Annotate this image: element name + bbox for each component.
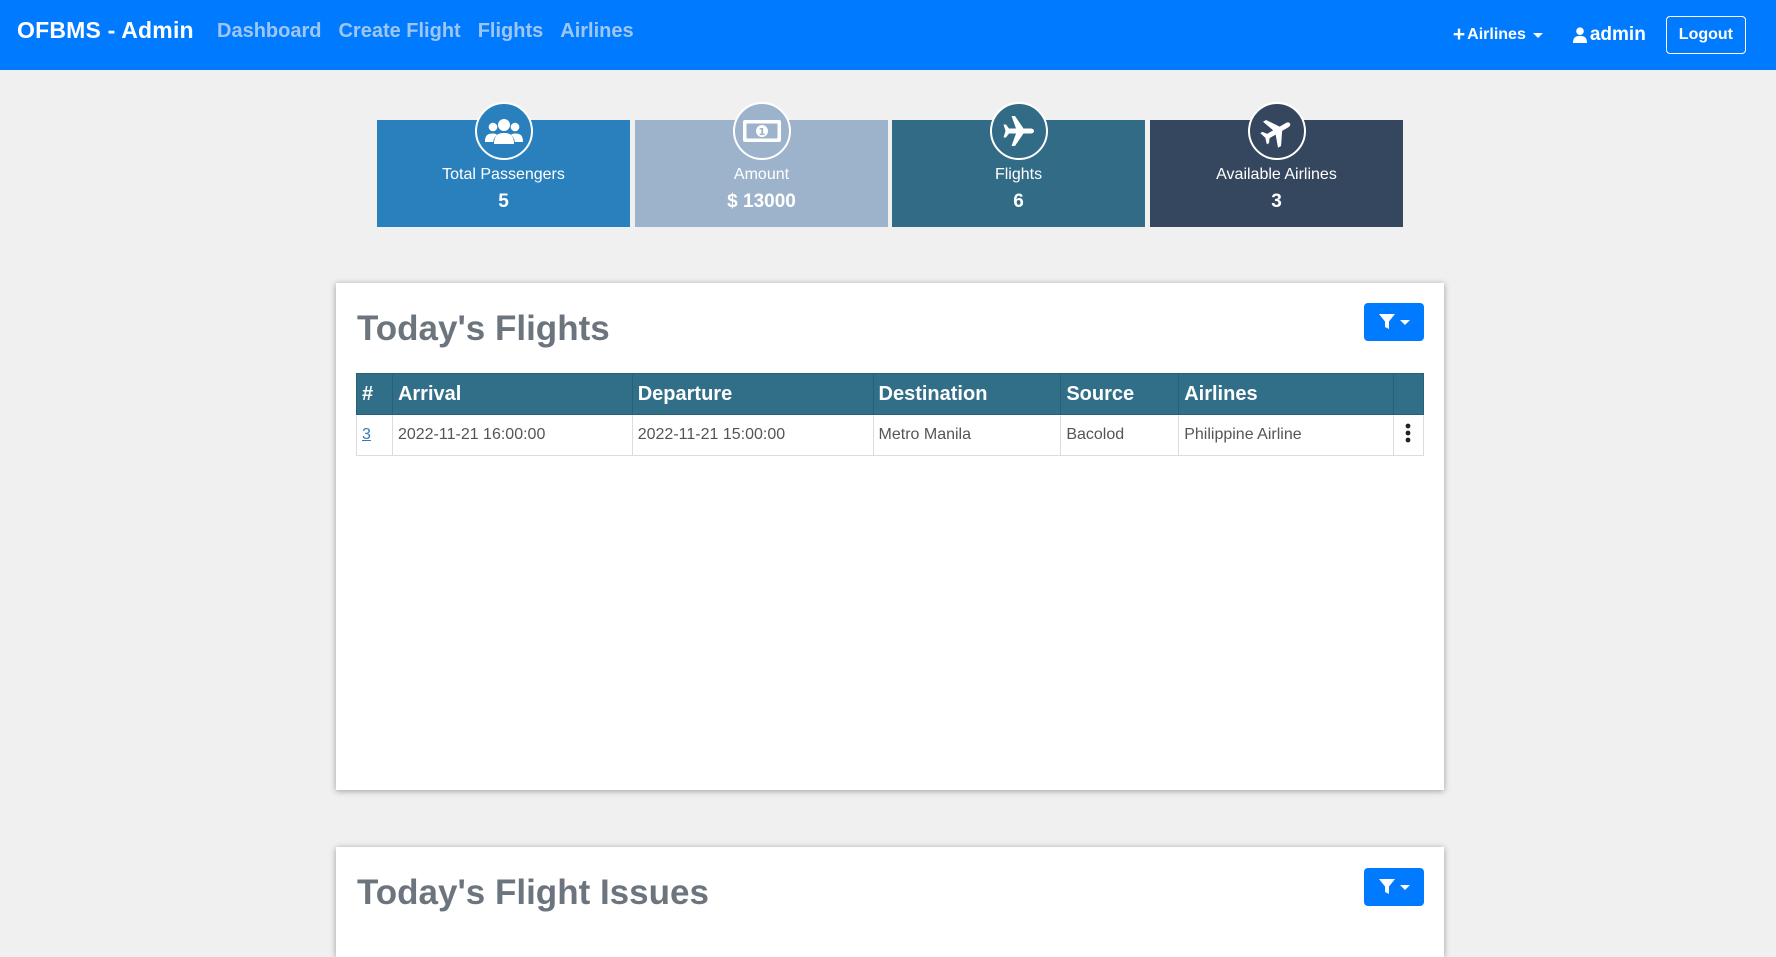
- stat-card-passengers: Total Passengers 5: [377, 102, 630, 227]
- cell-id: 3: [356, 414, 393, 456]
- navbar: OFBMS - Admin Dashboard Create Flight Fl…: [0, 0, 1776, 70]
- filter-icon: [1378, 879, 1395, 894]
- cell-source: Bacolod: [1060, 414, 1180, 456]
- col-airlines: Airlines: [1178, 373, 1394, 415]
- nav-flights[interactable]: Flights: [478, 20, 544, 43]
- todays-issues-panel: Today's Flight Issues: [336, 847, 1444, 957]
- panel-title: Today's Flight Issues: [357, 873, 709, 912]
- stat-label: Available Airlines: [1216, 166, 1337, 183]
- col-source: Source: [1060, 373, 1180, 415]
- caret-down-icon: [1399, 884, 1410, 890]
- plus-icon: +: [1452, 23, 1466, 46]
- cell-arrival: 2022-11-21 16:00:00: [391, 414, 633, 456]
- col-arrival: Arrival: [391, 373, 633, 415]
- col-departure: Departure: [631, 373, 874, 415]
- todays-flights-panel: Today's Flights # Arrival Departure Dest…: [336, 283, 1444, 790]
- stat-card-airlines: Available Airlines 3: [1150, 102, 1403, 227]
- nav-dashboard[interactable]: Dashboard: [217, 20, 321, 43]
- user-icon: [1572, 27, 1587, 43]
- cell-departure: 2022-11-21 15:00:00: [631, 414, 874, 456]
- flights-table: # Arrival Departure Destination Source A…: [356, 373, 1425, 456]
- nav-airlines[interactable]: Airlines: [560, 20, 633, 43]
- logout-button[interactable]: Logout: [1665, 16, 1746, 54]
- panel-title: Today's Flights: [357, 309, 610, 348]
- stat-value: 6: [1013, 191, 1024, 212]
- user-menu[interactable]: admin: [1572, 24, 1646, 46]
- flight-id-link[interactable]: 3: [362, 426, 371, 443]
- airlines-dropdown[interactable]: + Airlines: [1452, 23, 1543, 46]
- filter-dropdown-button[interactable]: [1364, 303, 1424, 341]
- plane-icon: [989, 102, 1048, 160]
- caret-down-icon: [1532, 32, 1543, 38]
- stat-label: Total Passengers: [442, 166, 565, 183]
- nav-create-flight[interactable]: Create Flight: [338, 20, 460, 43]
- cell-airline: Philippine Airline: [1178, 414, 1394, 456]
- col-actions: [1392, 373, 1425, 415]
- table-row: 3 2022-11-21 16:00:00 2022-11-21 15:00:0…: [356, 414, 1425, 456]
- caret-down-icon: [1399, 319, 1410, 325]
- brand-logo[interactable]: OFBMS - Admin: [17, 17, 194, 44]
- user-name: admin: [1589, 24, 1646, 45]
- more-options-icon[interactable]: [1405, 423, 1411, 448]
- svg-text:1: 1: [758, 127, 765, 138]
- cell-destination: Metro Manila: [872, 414, 1062, 456]
- stat-card-flights: Flights 6: [892, 102, 1145, 227]
- cell-actions: [1392, 414, 1425, 456]
- stat-value: 5: [498, 191, 509, 212]
- table-header-row: # Arrival Departure Destination Source A…: [356, 373, 1425, 415]
- nav-right: + Airlines admin Logout: [1453, 16, 1746, 54]
- users-icon: [474, 102, 533, 160]
- stat-label: Flights: [994, 166, 1043, 183]
- col-id: #: [356, 373, 393, 415]
- plane-icon: [1247, 102, 1306, 160]
- stat-value: 3: [1271, 191, 1282, 212]
- filter-icon: [1378, 314, 1395, 329]
- stat-value: $ 13000: [727, 191, 796, 212]
- stat-card-amount: 1 Amount $ 13000: [635, 102, 888, 227]
- stat-label: Amount: [733, 166, 790, 183]
- money-bill-icon: 1: [732, 102, 791, 160]
- filter-dropdown-button[interactable]: [1364, 868, 1424, 906]
- nav-links: Dashboard Create Flight Flights Airlines: [217, 20, 651, 43]
- airlines-dropdown-label: Airlines: [1467, 26, 1526, 43]
- col-destination: Destination: [872, 373, 1062, 415]
